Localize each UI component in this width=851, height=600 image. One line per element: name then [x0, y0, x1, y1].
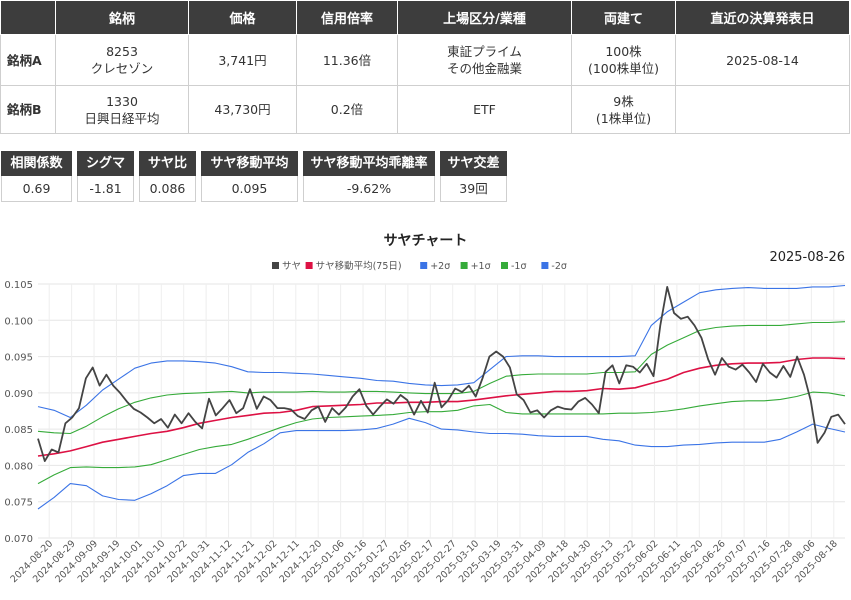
stock-code: 1330	[106, 93, 138, 109]
stock-cell[interactable]: 8253 クレセゾン	[55, 34, 189, 86]
legend-label: +1σ	[471, 261, 491, 272]
stat-label: 相関係数	[1, 151, 72, 176]
stat-crossings: サヤ交差 39回	[440, 151, 507, 202]
header-earnings-date: 直近の決算発表日	[675, 0, 850, 35]
stock-name: クレセゾン	[90, 61, 154, 76]
margin-ratio-cell: 11.36倍	[296, 34, 398, 86]
stat-label: サヤ移動平均	[201, 151, 298, 176]
earnings-date-cell: 2025-08-14	[675, 34, 850, 86]
header-hedge: 両建て	[571, 0, 676, 35]
trade-unit: (100株単位)	[587, 61, 660, 76]
table-row: 銘柄A 8253 クレセゾン 3,741円 11.36倍 東証プライム その他金融業…	[0, 34, 850, 86]
spread-chart: 0.070 0.075 0.080 0.085 0.090 0.095 0.100 0.105…	[4, 260, 846, 585]
sector: その他金融業	[446, 61, 522, 76]
stat-sigma: シグマ -1.81	[77, 151, 134, 202]
y-tick-label: 0.095	[4, 353, 33, 364]
stat-moving-average: サヤ移動平均 0.095	[201, 151, 298, 202]
hedge-cell: 9株 (1株単位)	[571, 85, 676, 134]
y-tick-label: 0.105	[4, 280, 33, 291]
stat-value: -1.81	[77, 176, 134, 202]
chart-title: サヤチャート	[383, 233, 468, 249]
header-stock: 銘柄	[55, 0, 189, 35]
stat-value: 0.095	[201, 176, 298, 202]
series-line-2	[37, 284, 846, 419]
stock-name: 日興日経平均	[84, 110, 160, 126]
market-sector-cell: 東証プライム その他金融業	[397, 34, 572, 86]
market: 東証プライム	[447, 44, 522, 59]
header-margin-ratio: 信用倍率	[296, 0, 398, 35]
legend-swatch	[272, 262, 279, 269]
series-line-0	[37, 285, 846, 463]
margin-ratio-cell: 0.2倍	[296, 85, 398, 134]
y-tick-label: 0.080	[4, 461, 33, 472]
legend-label: -1σ	[511, 261, 527, 272]
stat-value: 0.69	[1, 176, 72, 202]
stock-code: 8253	[106, 44, 138, 59]
stat-label: シグマ	[77, 151, 134, 176]
stat-label: サヤ移動平均乖離率	[303, 151, 435, 176]
legend-label: +2σ	[430, 261, 450, 272]
stat-value: 39回	[440, 176, 507, 202]
row-label: 銘柄A	[0, 34, 56, 86]
legend-swatch	[460, 262, 468, 269]
hedge-shares: 9株	[613, 93, 634, 109]
y-tick-label: 0.090	[4, 389, 33, 400]
series-line-3	[37, 321, 846, 435]
legend-label: サヤ移動平均(75日)	[316, 260, 402, 272]
hedge-cell: 100株 (100株単位)	[571, 34, 676, 86]
header-market-sector: 上場区分/業種	[397, 0, 572, 35]
stat-value: 0.086	[139, 176, 196, 202]
price-cell: 3,741円	[188, 34, 297, 86]
trade-unit: (1株単位)	[595, 110, 652, 126]
header-price: 価格	[188, 0, 297, 35]
legend-swatch	[541, 262, 549, 269]
stat-deviation-rate: サヤ移動平均乖離率 -9.62%	[303, 151, 435, 202]
market: ETF	[473, 102, 496, 117]
legend-swatch	[305, 262, 313, 269]
stat-label: サヤ交差	[440, 151, 507, 176]
stat-spread-ratio: サヤ比 0.086	[139, 151, 196, 202]
market-sector-cell: ETF	[397, 85, 572, 134]
row-label: 銘柄B	[0, 85, 56, 134]
stat-correlation: 相関係数 0.69	[1, 151, 72, 202]
stat-label: サヤ比	[139, 151, 196, 176]
legend-swatch	[501, 262, 508, 269]
y-tick-label: 0.070	[4, 534, 33, 545]
table-row: 銘柄B 1330 日興日経平均 43,730円 0.2倍 ETF 9株 (1株単位)	[0, 85, 850, 134]
hedge-shares: 100株	[605, 44, 642, 59]
y-tick-label: 0.100	[4, 316, 33, 327]
comparison-table: 銘柄 価格 信用倍率 上場区分/業種 両建て 直近の決算発表日 銘柄A 8253…	[0, 0, 850, 134]
stat-value: -9.62%	[303, 176, 435, 202]
y-tick-label: 0.075	[4, 498, 33, 509]
legend-label: サヤ	[282, 261, 301, 272]
stock-cell[interactable]: 1330 日興日経平均	[55, 85, 189, 134]
y-tick-label: 0.085	[4, 425, 33, 436]
legend-label: -2σ	[551, 261, 567, 272]
header-blank	[0, 0, 56, 35]
price-cell: 43,730円	[188, 85, 297, 134]
earnings-date-cell	[675, 85, 850, 134]
legend-swatch	[420, 262, 428, 269]
